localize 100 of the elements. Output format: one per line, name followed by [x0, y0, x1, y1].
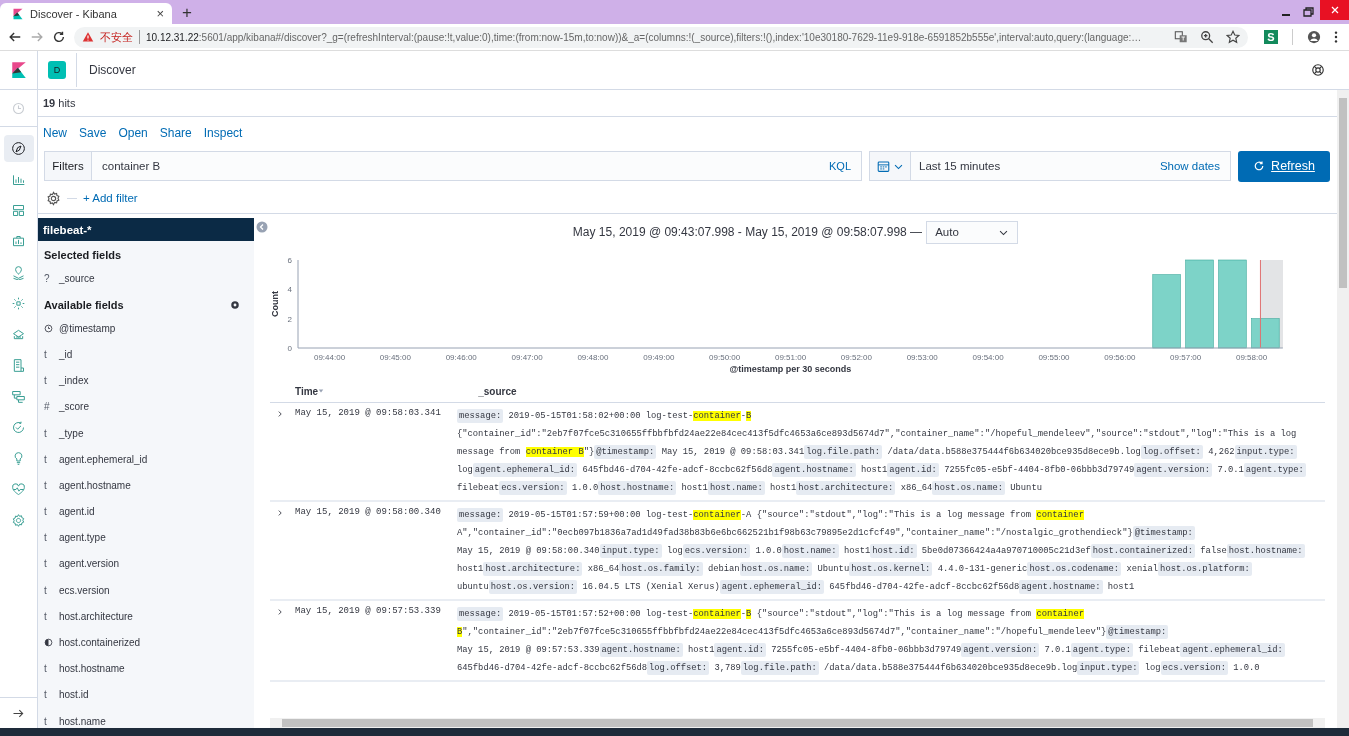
x-tick-label: 09:47:00 [511, 353, 544, 362]
compass-icon[interactable] [11, 141, 26, 156]
space-avatar[interactable]: D [48, 61, 66, 79]
field-name[interactable]: agent.version [59, 558, 120, 570]
time-range[interactable]: Last 15 minutes [919, 160, 1001, 172]
vertical-scrollbar[interactable] [1337, 90, 1349, 728]
expand-chevron-icon[interactable] [276, 410, 284, 418]
x-tick-label: 09:48:00 [577, 353, 610, 362]
field-name[interactable]: agent.ephemeral_id [59, 453, 148, 465]
field-name[interactable]: host.hostname [59, 663, 125, 675]
bulb-icon[interactable] [11, 451, 26, 466]
field-type-icon: t [44, 348, 56, 360]
easel-icon[interactable] [11, 234, 26, 249]
bar-chart-icon[interactable] [11, 172, 26, 187]
field-name[interactable]: agent.hostname [59, 479, 131, 491]
field-type-icon: t [44, 689, 56, 701]
dashboard-icon[interactable] [11, 203, 26, 218]
field-type-icon: t [44, 715, 56, 727]
stack-icon[interactable] [11, 327, 26, 342]
expand-chevron-icon[interactable] [276, 608, 284, 616]
field-name[interactable]: _source [59, 272, 95, 284]
y-tick-label: 6 [287, 256, 293, 265]
kibana-logo-icon[interactable] [9, 60, 28, 80]
address-bar[interactable] [74, 26, 1248, 48]
gear-icon[interactable] [230, 300, 240, 311]
x-tick-label: 09:57:00 [1170, 353, 1202, 362]
field-name[interactable]: _id [59, 348, 73, 360]
zoom-icon[interactable] [1200, 30, 1214, 44]
clock-icon[interactable] [11, 100, 26, 116]
forward-icon[interactable] [30, 30, 44, 44]
refresh-check-icon[interactable] [11, 420, 26, 435]
clock-icon [44, 323, 53, 333]
x-tick-label: 09:53:00 [906, 353, 939, 362]
field-name[interactable]: host.containerized [59, 637, 141, 649]
field-type-icon: t [44, 663, 56, 675]
x-tick-label: 09:45:00 [379, 353, 412, 362]
warning-icon [82, 31, 94, 43]
field-name[interactable]: agent.type [59, 532, 106, 544]
x-tick-label: 09:44:00 [313, 353, 346, 362]
nav-button[interactable] [3, 135, 34, 162]
kibana-logo-icon [12, 7, 24, 20]
menu-link[interactable]: Inspect [203, 126, 243, 140]
field-name[interactable]: _type [59, 427, 84, 439]
field-type-icon: t [44, 610, 56, 622]
x-tick-label: 09:54:00 [972, 353, 1005, 362]
menu-link[interactable]: Share [159, 126, 192, 140]
y-axis-label: Count [270, 291, 280, 317]
extension-button[interactable]: S [1264, 30, 1278, 44]
field-name[interactable]: _score [59, 401, 89, 413]
x-tick-label: 09:50:00 [709, 353, 741, 362]
translate-icon[interactable] [1174, 30, 1188, 44]
x-tick-label: 09:51:00 [774, 353, 807, 362]
reload-icon[interactable] [52, 30, 66, 44]
add-filter-link[interactable]: + Add filter [83, 192, 138, 204]
quick-menu-button[interactable] [870, 152, 911, 180]
account-icon[interactable] [1307, 30, 1321, 44]
interval-select[interactable]: Auto [926, 220, 1019, 244]
field-name[interactable]: _index [59, 375, 89, 387]
field-name[interactable]: host.architecture [59, 610, 133, 622]
hits-count: 19 hits [43, 97, 76, 109]
help-icon[interactable] [1311, 63, 1325, 77]
date-range: May 15, 2019 @ 09:43:07.998 - May 15, 2019 @ 09:58:07.998 — [572, 225, 923, 239]
field-name[interactable]: @timestamp [59, 322, 116, 334]
x-tick-label: 09:46:00 [445, 353, 478, 362]
chart-bar[interactable] [1251, 318, 1280, 349]
menu-link[interactable]: Save [79, 126, 107, 140]
star-icon[interactable] [1226, 30, 1240, 44]
collapse-icon[interactable] [256, 221, 268, 233]
field-type-icon: t [44, 375, 56, 387]
sort-icon[interactable] [318, 388, 325, 394]
refresh-button[interactable]: Refresh [1238, 150, 1330, 182]
split-boxes-icon[interactable] [11, 389, 26, 404]
gear-icon[interactable] [46, 190, 61, 206]
index-pattern-selector[interactable]: filebeat-* [38, 218, 254, 241]
menu-link[interactable]: New [43, 126, 67, 140]
field-name[interactable]: host.name [59, 715, 106, 727]
field-name[interactable]: host.id [59, 689, 89, 701]
time-cell-text: May 15, 2019 @ 09:58:03.341 [295, 407, 442, 419]
horizontal-scrollbar[interactable] [270, 718, 1325, 728]
back-icon[interactable] [8, 30, 22, 44]
time-cell-text: May 15, 2019 @ 09:57:53.339 [295, 605, 442, 617]
time-cell-text: May 15, 2019 @ 09:58:00.340 [295, 506, 442, 518]
column-header[interactable]: Time [295, 385, 319, 397]
field-type-icon: t [44, 479, 56, 491]
x-tick-label: 09:56:00 [1104, 353, 1136, 362]
show-dates-link[interactable]: Show dates [1159, 160, 1220, 172]
heartbeat-icon[interactable] [11, 482, 26, 497]
calendar-icon [876, 159, 890, 173]
menu-link[interactable]: Open [118, 126, 148, 140]
field-name[interactable]: ecs.version [59, 584, 110, 596]
field-name[interactable]: agent.id [59, 506, 95, 518]
field-type-icon: t [44, 506, 56, 518]
browser-tab[interactable]: Discover - Kibana × [0, 3, 172, 24]
document-icon[interactable] [11, 358, 26, 373]
field-type-icon: t [44, 532, 56, 544]
breadcrumb: Discover [76, 53, 148, 87]
expand-chevron-icon[interactable] [276, 509, 284, 517]
section-title: Selected fields [43, 248, 123, 263]
new-tab-button[interactable]: + [182, 3, 192, 23]
map-pin-icon[interactable] [11, 265, 26, 280]
